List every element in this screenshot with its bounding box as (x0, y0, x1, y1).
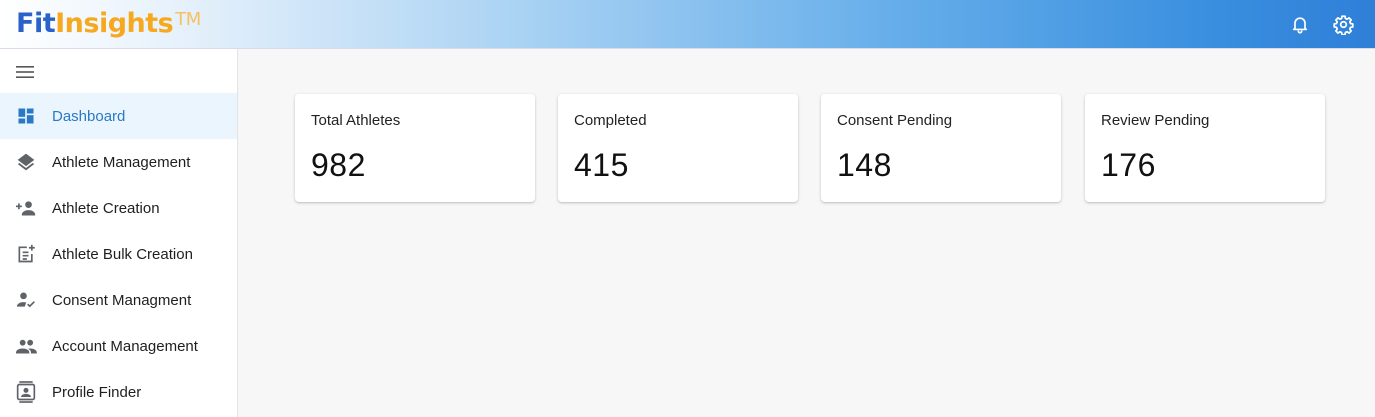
sidebar-item-athlete-bulk-creation[interactable]: Athlete Bulk Creation (0, 231, 237, 277)
stat-card-review-pending: Review Pending 176 (1085, 94, 1325, 202)
logo-insights-text: Insights (55, 8, 174, 39)
card-value: 415 (574, 147, 629, 183)
sidebar-item-athlete-management[interactable]: Athlete Management (0, 139, 237, 185)
logo-fit-text: Fit (16, 8, 56, 39)
sidebar-item-label: Athlete Management (52, 153, 191, 171)
sidebar-item-label: Athlete Bulk Creation (52, 245, 193, 263)
sidebar-item-account-management[interactable]: Account Management (0, 323, 237, 369)
card-value: 176 (1101, 147, 1156, 183)
sidebar-item-label: Account Management (52, 337, 198, 355)
post-add-icon (15, 243, 37, 265)
sidebar-item-profile-finder[interactable]: Profile Finder (0, 369, 237, 415)
card-title: Consent Pending (837, 112, 953, 129)
sidebar-item-dashboard[interactable]: Dashboard (0, 93, 237, 139)
card-title: Review Pending (1101, 112, 1210, 129)
hamburger-menu-icon[interactable] (14, 61, 36, 83)
layers-icon (15, 151, 37, 173)
gear-icon[interactable] (1332, 13, 1354, 35)
person-check-icon (15, 289, 37, 311)
sidebar-item-label: Dashboard (52, 107, 126, 125)
people-icon (15, 335, 37, 357)
card-value: 148 (837, 147, 892, 183)
top-app-bar: FitInsights TM (0, 0, 1375, 49)
stat-card-completed: Completed 415 (558, 94, 798, 202)
person-add-icon (15, 197, 37, 219)
stat-card-consent-pending: Consent Pending 148 (821, 94, 1061, 202)
sidebar-item-label: Profile Finder (52, 383, 142, 401)
card-title: Total Athletes (311, 112, 401, 129)
stat-card-total-athletes: Total Athletes 982 (295, 94, 535, 202)
bell-icon[interactable] (1289, 13, 1311, 35)
sidebar-item-athlete-creation[interactable]: Athlete Creation (0, 185, 237, 231)
sidebar-nav: Dashboard Athlete Management Athlete Cre… (0, 93, 237, 415)
sidebar-item-consent-managment[interactable]: Consent Managment (0, 277, 237, 323)
sidebar-item-label: Athlete Creation (52, 199, 160, 217)
fitinsights-logo[interactable]: FitInsights TM (16, 6, 201, 42)
sidebar-item-label: Consent Managment (52, 291, 192, 309)
card-value: 982 (311, 147, 366, 183)
dashboard-icon (15, 105, 37, 127)
sidebar: Dashboard Athlete Management Athlete Cre… (0, 49, 238, 417)
logo-trademark: TM (175, 9, 201, 30)
card-title: Completed (574, 112, 647, 129)
contact-card-icon (15, 381, 37, 403)
